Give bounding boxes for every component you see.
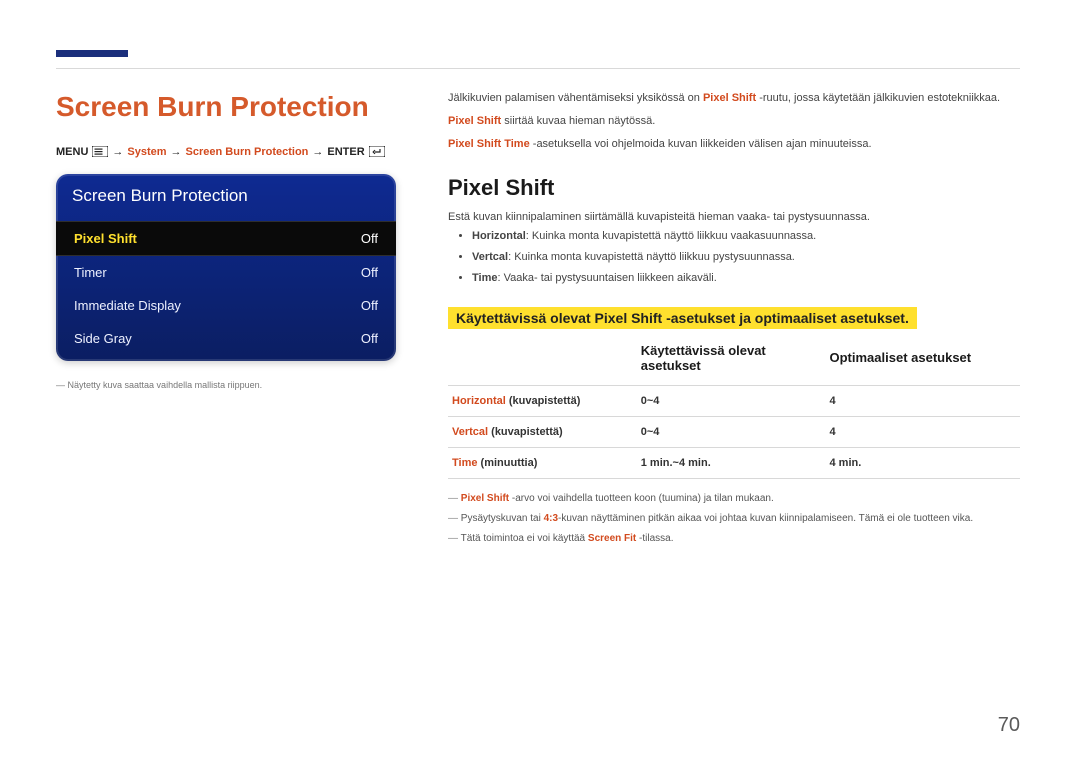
intro-line-2: Pixel Shift siirtää kuvaa hieman näytöss… [448, 113, 1020, 130]
panel-row-name: Timer [74, 265, 107, 280]
table-row: Vertcal (kuvapistettä)0~44 [448, 416, 1020, 447]
panel-row-value: Off [361, 298, 378, 313]
intro-line-1: Jälkikuvien palamisen vähentämiseksi yks… [448, 90, 1020, 107]
accent-band [56, 50, 128, 57]
page-number: 70 [998, 714, 1020, 737]
breadcrumb-system: System [127, 146, 166, 158]
bullet-list: Horizontal: Kuinka monta kuvapistettä nä… [472, 226, 1020, 289]
intro-line-3: Pixel Shift Time -asetuksella voi ohjelm… [448, 136, 1020, 153]
panel-row[interactable]: Side Gray Off [56, 322, 396, 355]
panel-row-value: Off [361, 331, 378, 346]
panel-row-value: Off [361, 265, 378, 280]
highlight-banner: Käytettävissä olevat Pixel Shift -asetuk… [448, 307, 917, 329]
bullet-item: Time: Vaaka- tai pystysuuntaisen liikkee… [472, 268, 1020, 289]
panel-row[interactable]: Immediate Display Off [56, 289, 396, 322]
bullet-item: Horizontal: Kuinka monta kuvapistettä nä… [472, 226, 1020, 247]
panel-row[interactable]: Pixel Shift Off [56, 221, 396, 256]
left-footnote-text: Näytetty kuva saattaa vaihdella mallista… [68, 380, 263, 390]
panel-row[interactable]: Timer Off [56, 256, 396, 289]
enter-icon [369, 146, 385, 157]
arrow-icon: → [171, 146, 182, 158]
breadcrumb: MENU → System → Screen Burn Protection →… [56, 146, 402, 158]
footnote-line: ― Tätä toimintoa ei voi käyttää Screen F… [448, 531, 1020, 547]
panel-row-name: Immediate Display [74, 298, 181, 313]
panel-row-value: Off [361, 231, 378, 246]
arrow-icon: → [312, 146, 323, 158]
arrow-icon: → [112, 146, 123, 158]
th-empty [448, 335, 637, 386]
enter-label: ENTER [327, 146, 364, 158]
settings-panel: Screen Burn Protection Pixel ShiftOffTim… [56, 174, 396, 361]
menu-icon [92, 146, 108, 157]
subheading: Pixel Shift [448, 175, 1020, 201]
horizontal-rule [56, 68, 1020, 69]
footnote-line: ― Pysäytyskuvan tai 4:3-kuvan näyttämine… [448, 511, 1020, 527]
table-row: Time (minuuttia)1 min.~4 min.4 min. [448, 447, 1020, 478]
footnotes: ― Pixel Shift -arvo voi vaihdella tuotte… [448, 491, 1020, 547]
bullet-item: Vertcal: Kuinka monta kuvapistettä näytt… [472, 247, 1020, 268]
sub-description: Estä kuvan kiinnipalaminen siirtämällä k… [448, 209, 1020, 226]
table-row: Horizontal (kuvapistettä)0~44 [448, 385, 1020, 416]
footnote-line: ― Pixel Shift -arvo voi vaihdella tuotte… [448, 491, 1020, 507]
panel-row-name: Pixel Shift [74, 231, 137, 246]
menu-label: MENU [56, 146, 88, 158]
th-optimal: Optimaaliset asetukset [826, 335, 1021, 386]
panel-row-name: Side Gray [74, 331, 132, 346]
panel-header: Screen Burn Protection [56, 174, 396, 221]
page-title: Screen Burn Protection [56, 90, 402, 124]
settings-table: Käytettävissä olevat asetukset Optimaali… [448, 335, 1020, 479]
left-footnote: ― Näytetty kuva saattaa vaihdella mallis… [56, 379, 402, 392]
breadcrumb-sbp: Screen Burn Protection [186, 146, 309, 158]
th-available: Käytettävissä olevat asetukset [637, 335, 826, 386]
left-column: Screen Burn Protection MENU → System → S… [56, 90, 402, 551]
right-column: Jälkikuvien palamisen vähentämiseksi yks… [448, 90, 1020, 551]
